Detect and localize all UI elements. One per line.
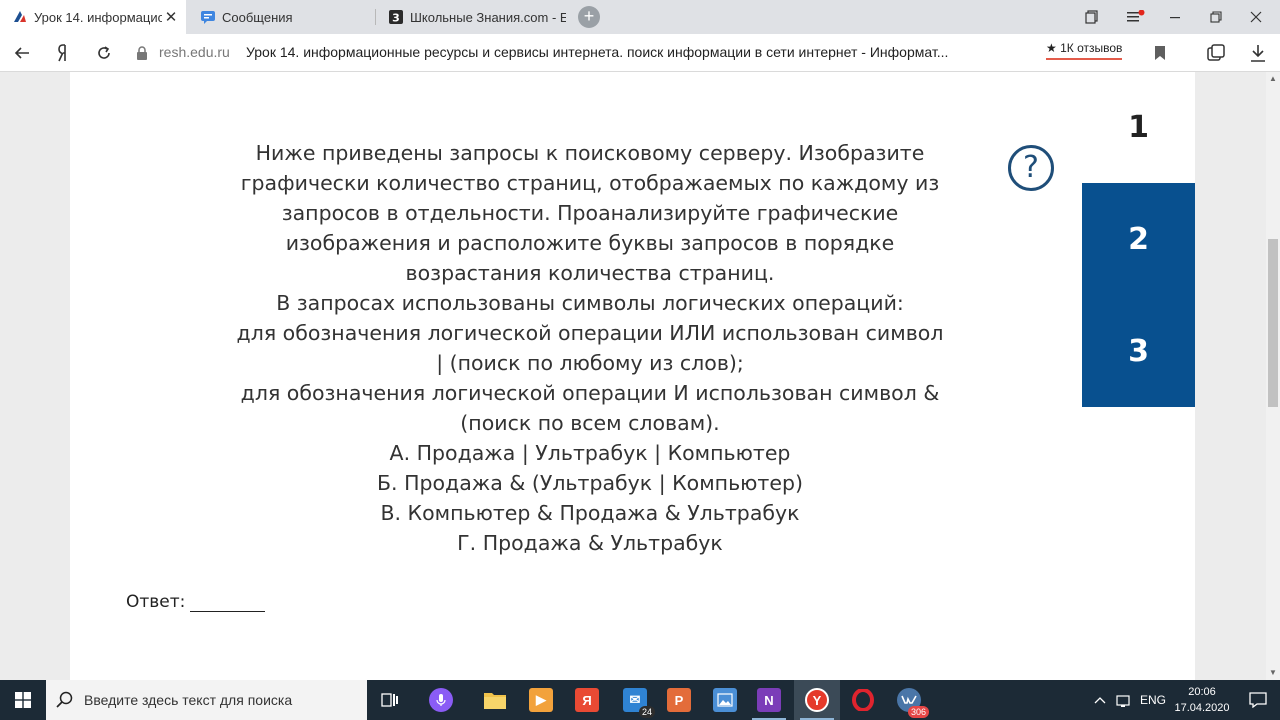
media-icon: ▶ xyxy=(529,688,553,712)
chevron-up-icon xyxy=(1094,697,1106,704)
task-view-icon xyxy=(381,693,398,707)
onenote-button[interactable]: N xyxy=(746,680,792,720)
help-button[interactable]: ? xyxy=(1008,145,1054,191)
url-domain[interactable]: resh.edu.ru xyxy=(159,44,230,60)
address-bar: resh.edu.ru Урок 14. информационные ресу… xyxy=(0,34,1280,72)
photos-icon xyxy=(713,688,737,712)
task-or-operator: для обозначения логической операции ИЛИ … xyxy=(236,321,944,375)
page-scrollbar[interactable]: ▲ ▼ xyxy=(1266,72,1280,680)
close-tab-icon[interactable]: ✕ xyxy=(162,8,180,26)
menu-icon[interactable] xyxy=(1116,0,1156,34)
tab-messages[interactable]: Сообщения xyxy=(188,0,374,34)
task-operators-intro: В запросах использованы символы логическ… xyxy=(276,291,904,315)
message-icon xyxy=(201,11,215,24)
photos-button[interactable] xyxy=(702,680,748,720)
opera-button[interactable] xyxy=(840,680,886,720)
question-nav-2[interactable]: 2 xyxy=(1082,183,1195,295)
tab-strip: Урок 14. информацион ✕ Сообщения 3 Школь… xyxy=(0,0,1280,34)
search-icon xyxy=(56,691,73,708)
vk-button[interactable]: 306 xyxy=(886,680,932,720)
task-view-button[interactable] xyxy=(367,680,413,720)
resh-favicon-icon xyxy=(14,11,26,22)
minimize-icon[interactable] xyxy=(1155,0,1195,34)
znanija-favicon-icon: 3 xyxy=(389,10,403,25)
search-placeholder: Введите здесь текст для поиска xyxy=(84,692,293,708)
notification-icon xyxy=(1249,692,1267,708)
tabs-list-icon[interactable] xyxy=(1072,0,1112,34)
query-d: Г. Продажа & Ультрабук xyxy=(457,531,723,555)
system-clock[interactable]: 20:06 17.04.2020 xyxy=(1168,684,1236,716)
reload-button[interactable] xyxy=(90,34,118,72)
task-text: Ниже приведены запросы к поисковому серв… xyxy=(230,138,950,558)
scrollbar-thumb[interactable] xyxy=(1268,239,1278,407)
opera-icon xyxy=(851,688,875,712)
language-indicator[interactable]: ENG xyxy=(1140,680,1166,720)
reviews-badge[interactable]: ★ 1К отзывов xyxy=(1046,41,1123,60)
reload-icon xyxy=(98,46,110,59)
url-page-title[interactable]: Урок 14. информационные ресурсы и сервис… xyxy=(246,44,1006,60)
tab-title: Сообщения xyxy=(222,9,293,25)
vk-icon: 306 xyxy=(897,688,929,718)
yandex-app-button[interactable]: Я xyxy=(564,680,610,720)
tab-znanija[interactable]: 3 Школьные Знания.com - Е xyxy=(376,0,566,34)
download-icon[interactable] xyxy=(1248,43,1268,63)
taskbar-search[interactable]: Введите здесь текст для поиска xyxy=(46,680,367,720)
task-card: Ниже приведены запросы к поисковому серв… xyxy=(70,72,1195,680)
question-nav-1[interactable]: 1 xyxy=(1082,72,1195,182)
mail-button[interactable]: ✉ 24 xyxy=(612,680,658,720)
yandex-icon: Я xyxy=(575,688,599,712)
arrow-left-icon xyxy=(14,47,29,59)
clock-date: 17.04.2020 xyxy=(1174,702,1230,714)
task-instruction: Ниже приведены запросы к поисковому серв… xyxy=(240,141,940,285)
file-explorer-button[interactable] xyxy=(472,680,518,720)
alice-assistant-button[interactable] xyxy=(418,680,464,720)
media-player-button[interactable]: ▶ xyxy=(518,680,564,720)
question-nav-3[interactable]: 3 xyxy=(1082,295,1195,407)
powerpoint-button[interactable]: P xyxy=(656,680,702,720)
mail-icon: ✉ 24 xyxy=(623,688,655,718)
clock-time: 20:06 xyxy=(1188,686,1216,698)
onenote-icon: N xyxy=(757,688,781,712)
page-viewport: Ниже приведены запросы к поисковому серв… xyxy=(0,72,1266,680)
lock-icon[interactable] xyxy=(136,46,148,60)
vk-badge: 306 xyxy=(907,706,929,718)
tab-title: Школьные Знания.com - Е xyxy=(410,9,566,25)
tab-lesson[interactable]: Урок 14. информацион ✕ xyxy=(0,0,186,34)
answer-row: Ответ: xyxy=(126,590,266,612)
windows-taskbar: Введите здесь текст для поиска ▶ Я ✉ 24 P… xyxy=(0,680,1280,720)
windows-logo-icon xyxy=(15,692,31,708)
start-button[interactable] xyxy=(0,680,46,720)
restore-icon[interactable] xyxy=(1196,0,1236,34)
network-icon[interactable] xyxy=(1114,680,1132,720)
microphone-icon xyxy=(429,688,453,712)
notification-center-button[interactable] xyxy=(1238,680,1278,720)
answer-field[interactable] xyxy=(190,590,266,612)
powerpoint-icon: P xyxy=(667,688,691,712)
new-tab-button[interactable]: + xyxy=(578,6,600,28)
yandex-browser-icon: Y xyxy=(805,688,829,712)
close-window-icon[interactable] xyxy=(1236,0,1276,34)
svg-text:3: 3 xyxy=(392,12,400,25)
show-hidden-icons[interactable] xyxy=(1094,680,1106,720)
scroll-up-icon[interactable]: ▲ xyxy=(1266,72,1280,86)
yandex-home-button[interactable] xyxy=(50,34,78,72)
query-b: Б. Продажа & (Ультрабук | Компьютер) xyxy=(376,471,803,495)
scroll-down-icon[interactable]: ▼ xyxy=(1266,666,1280,680)
folder-icon xyxy=(483,688,507,712)
tab-title: Урок 14. информацион xyxy=(34,9,162,25)
answer-label: Ответ: xyxy=(126,592,186,612)
query-c: В. Компьютер & Продажа & Ультрабук xyxy=(380,501,800,525)
collections-icon[interactable] xyxy=(1206,43,1226,63)
yandex-browser-button[interactable]: Y xyxy=(794,680,840,720)
query-a: А. Продажа | Ультрабук | Компьютер xyxy=(389,441,791,465)
task-and-operator: для обозначения логической операции И ис… xyxy=(240,381,940,435)
bookmark-icon[interactable] xyxy=(1150,43,1170,63)
yandex-logo-icon xyxy=(58,44,66,62)
mail-badge: 24 xyxy=(638,706,655,718)
back-button[interactable] xyxy=(8,34,36,72)
